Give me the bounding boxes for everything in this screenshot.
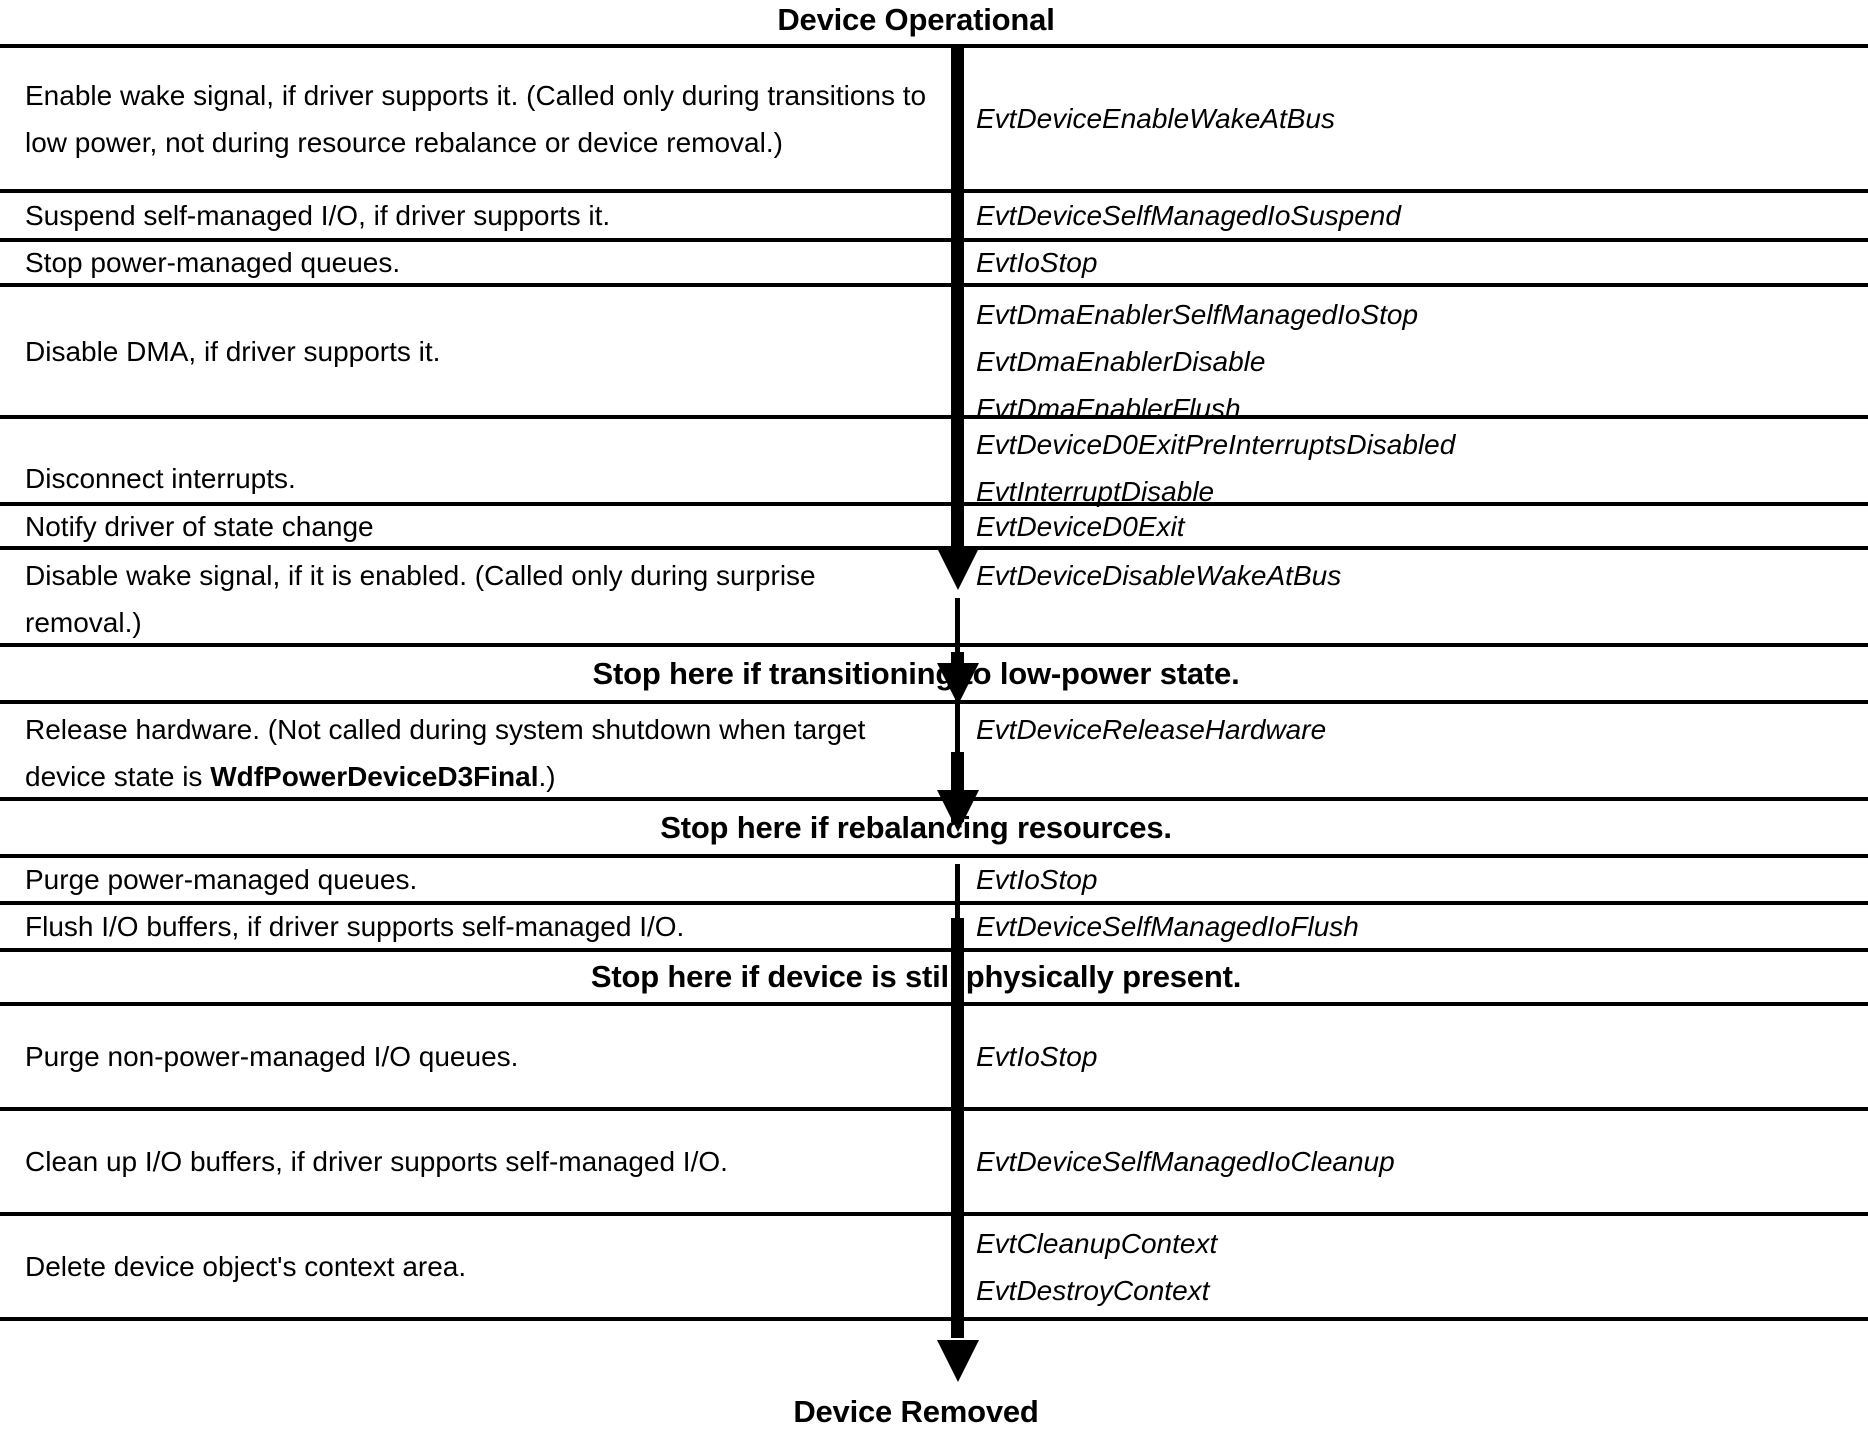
step-description: Enable wake signal, if driver supports i… bbox=[25, 79, 927, 158]
device-removal-flow-diagram: Device Operational Enable wake signal, i… bbox=[0, 0, 1868, 1449]
column-divider-banner-present bbox=[955, 864, 960, 918]
flow-arrow-head-present bbox=[937, 790, 979, 832]
callback-list: EvtIoStop bbox=[952, 1033, 1868, 1080]
callback-name: EvtDeviceD0Exit bbox=[976, 510, 1185, 542]
table-row: Delete device object's context area. Evt… bbox=[0, 1212, 1868, 1317]
step-description: Stop power-managed queues. bbox=[25, 247, 401, 278]
callback-name: EvtDmaEnablerDisable bbox=[976, 346, 1266, 377]
step-description: Clean up I/O buffers, if driver supports… bbox=[25, 1146, 728, 1177]
callback-name: EvtIoStop bbox=[976, 1041, 1098, 1072]
callback-list: EvtDeviceSelfManagedIoCleanup bbox=[952, 1138, 1868, 1185]
callback-list: EvtDeviceEnableWakeAtBus bbox=[952, 95, 1868, 142]
step-description: Purge non-power-managed I/O queues. bbox=[25, 1041, 519, 1072]
removal-steps-table: Enable wake signal, if driver supports i… bbox=[0, 44, 1868, 1321]
callback-list: EvtDeviceDisableWakeAtBus bbox=[952, 552, 1868, 599]
callback-list: EvtDeviceSelfManagedIoFlush bbox=[952, 903, 1868, 950]
callback-list: EvtDeviceSelfManagedIoSuspend bbox=[952, 192, 1868, 239]
table-row: Notify driver of state change EvtDeviceD… bbox=[0, 502, 1868, 546]
banner-row: Stop here if rebalancing resources. bbox=[0, 797, 1868, 854]
table-row: Disconnect interrupts. EvtDeviceD0ExitPr… bbox=[0, 415, 1868, 507]
callback-name: EvtDestroyContext bbox=[976, 1274, 1210, 1306]
table-row: Clean up I/O buffers, if driver supports… bbox=[0, 1107, 1868, 1212]
table-row: Disable wake signal, if it is enabled. (… bbox=[0, 546, 1868, 643]
table-bottom-rule bbox=[0, 1317, 1868, 1321]
step-description: Disconnect interrupts. bbox=[25, 463, 296, 494]
callback-name: EvtDeviceD0ExitPreInterruptsDisabled bbox=[976, 429, 1456, 460]
banner-label: Stop here if rebalancing resources. bbox=[660, 809, 1172, 845]
step-description-suffix: .) bbox=[538, 761, 556, 792]
callback-name: EvtDeviceSelfManagedIoFlush bbox=[976, 911, 1359, 942]
callback-list: EvtIoStop bbox=[952, 856, 1868, 903]
table-row: Flush I/O buffers, if driver supports se… bbox=[0, 901, 1868, 948]
column-divider-banner-rebalance bbox=[955, 695, 960, 752]
callback-name: EvtDeviceEnableWakeAtBus bbox=[976, 103, 1335, 134]
step-description: Suspend self-managed I/O, if driver supp… bbox=[25, 200, 611, 231]
table-row: Disable DMA, if driver supports it. EvtD… bbox=[0, 283, 1868, 424]
table-row: Enable wake signal, if driver supports i… bbox=[0, 44, 1868, 189]
table-row: Purge power-managed queues. EvtIoStop bbox=[0, 854, 1868, 901]
callback-name: EvtDeviceSelfManagedIoSuspend bbox=[976, 200, 1401, 231]
callback-list: EvtDeviceD0ExitPreInterruptsDisabled Evt… bbox=[952, 421, 1868, 515]
callback-name: EvtDmaEnablerSelfManagedIoStop bbox=[976, 299, 1419, 330]
step-description: Delete device object's context area. bbox=[25, 1251, 467, 1282]
state-label-device-operational: Device Operational bbox=[777, 2, 1055, 37]
page-title: Device Operational bbox=[0, 3, 1868, 37]
callback-list: EvtIoStop bbox=[952, 239, 1868, 286]
callback-list: EvtDeviceD0Exit bbox=[952, 503, 1868, 550]
step-description: Disable DMA, if driver supports it. bbox=[25, 335, 441, 367]
step-description: Disable wake signal, if it is enabled. (… bbox=[25, 560, 816, 638]
banner-row: Stop here if transitioning to low-power … bbox=[0, 643, 1868, 700]
callback-name: EvtDeviceSelfManagedIoCleanup bbox=[976, 1146, 1395, 1177]
callback-list: EvtDeviceReleaseHardware bbox=[952, 706, 1868, 753]
callback-name: EvtDeviceReleaseHardware bbox=[976, 714, 1327, 745]
callback-name: EvtCleanupContext bbox=[976, 1227, 1218, 1259]
state-label-device-removed: Device Removed bbox=[793, 1394, 1039, 1429]
flow-arrow-head-device-removed bbox=[937, 1340, 979, 1382]
flow-arrow-head-low-power bbox=[937, 548, 979, 590]
table-row: Release hardware. (Not called during sys… bbox=[0, 700, 1868, 797]
step-description-bold-term: WdfPowerDeviceD3Final bbox=[210, 761, 539, 792]
callback-name: EvtIoStop bbox=[976, 247, 1098, 278]
step-description: Release hardware. (Not called during sys… bbox=[0, 706, 952, 800]
table-row: Suspend self-managed I/O, if driver supp… bbox=[0, 189, 1868, 238]
table-row: Purge non-power-managed I/O queues. EvtI… bbox=[0, 1002, 1868, 1107]
step-description: Notify driver of state change bbox=[25, 510, 374, 542]
callback-list: EvtDmaEnablerSelfManagedIoStop EvtDmaEna… bbox=[952, 291, 1868, 432]
callback-name: EvtDeviceDisableWakeAtBus bbox=[976, 560, 1342, 591]
page-footer-title: Device Removed bbox=[0, 1395, 1868, 1429]
flow-arrow-shaft-segment-4 bbox=[951, 918, 964, 1338]
callback-name: EvtIoStop bbox=[976, 864, 1098, 895]
table-row: Stop power-managed queues. EvtIoStop bbox=[0, 238, 1868, 283]
step-description: Flush I/O buffers, if driver supports se… bbox=[25, 911, 685, 942]
banner-label: Stop here if device is still physically … bbox=[590, 959, 1242, 994]
banner-row: Stop here if device is still physically … bbox=[0, 948, 1868, 1002]
column-divider-banner-low-power bbox=[955, 598, 960, 652]
banner-label: Stop here if transitioning to low-power … bbox=[592, 655, 1240, 691]
step-description: Purge power-managed queues. bbox=[25, 864, 418, 895]
flow-arrow-shaft-segment-1 bbox=[951, 44, 964, 554]
callback-list: EvtCleanupContext EvtDestroyContext bbox=[952, 1220, 1868, 1314]
